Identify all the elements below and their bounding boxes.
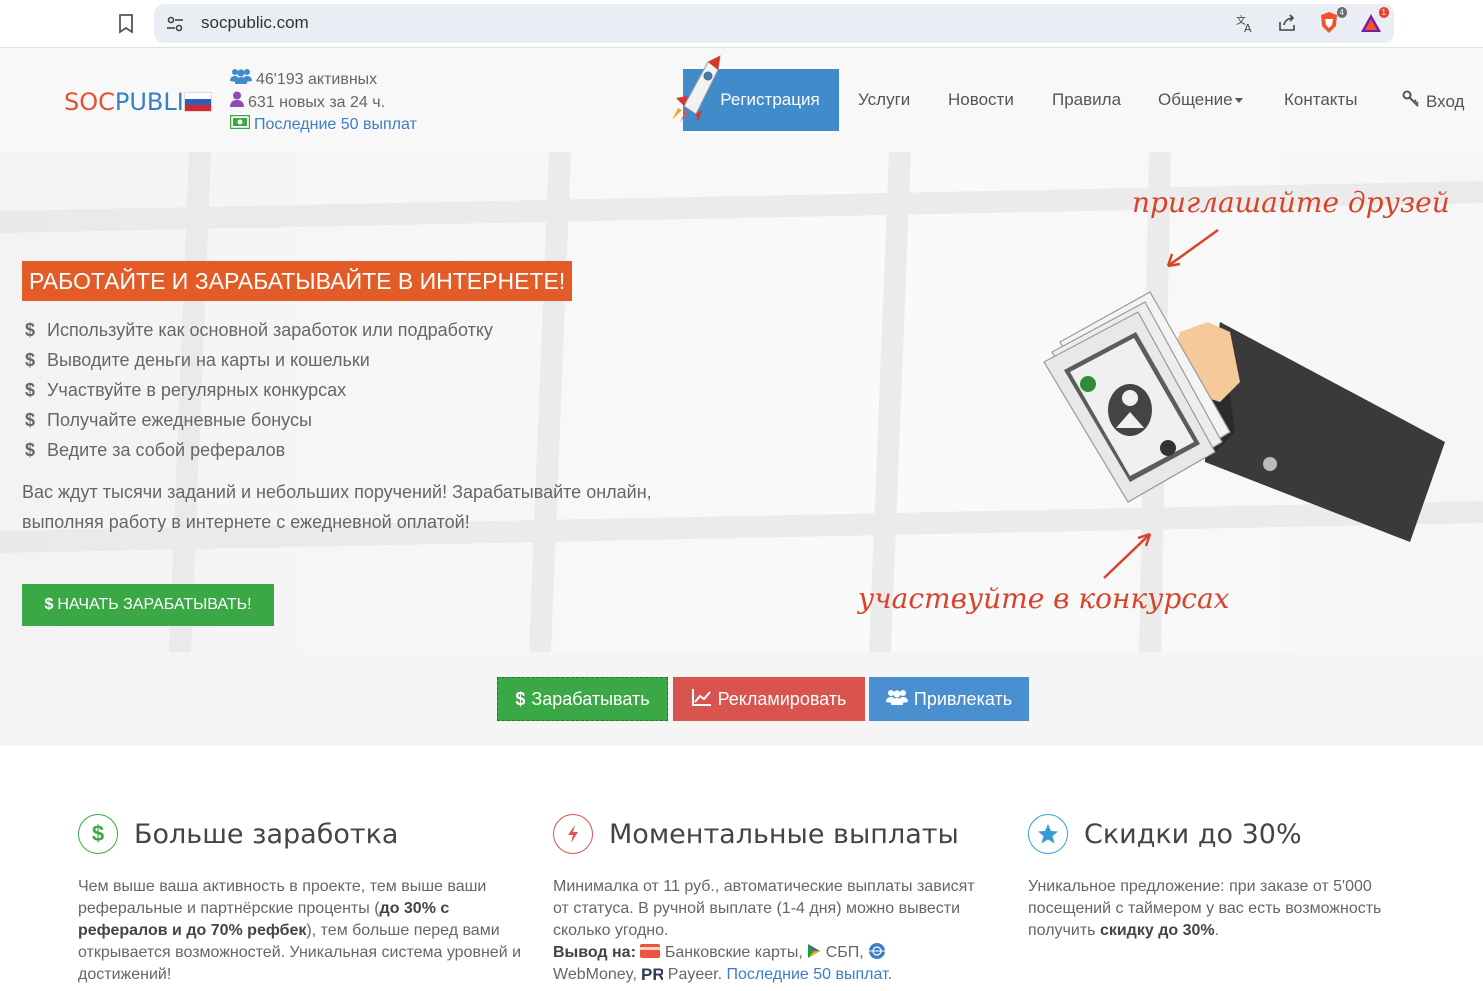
arrow-icon	[1166, 228, 1219, 268]
star-icon	[1028, 814, 1068, 854]
bank-card-icon	[640, 944, 661, 961]
nav-services[interactable]: Услуги	[858, 90, 910, 110]
benefit-text: Используйте как основной заработок или п…	[47, 320, 493, 340]
nav-rules[interactable]: Правила	[1052, 90, 1121, 110]
start-earning-button[interactable]: $ НАЧАТЬ ЗАРАБАТЫВАТЬ!	[22, 584, 274, 626]
dollar-icon: $	[25, 350, 36, 370]
users-icon	[885, 689, 908, 710]
svg-text:PR: PR	[641, 965, 663, 982]
rocket-icon	[672, 55, 721, 122]
svg-text:A: A	[1244, 22, 1252, 33]
arrow-icon	[1103, 532, 1152, 579]
benefit-text: Получайте ежедневные бонусы	[47, 410, 312, 430]
rewards-badge: 1	[1378, 7, 1389, 18]
webmoney-icon	[868, 943, 886, 961]
list-item: $ Используйте как основной заработок или …	[25, 315, 493, 345]
hero-benefits-list: $ Используйте как основной заработок или …	[25, 315, 493, 465]
brave-shields-icon[interactable]: 4	[1316, 7, 1347, 36]
site-settings-icon[interactable]	[166, 15, 184, 33]
nav-login[interactable]: Вход	[1402, 90, 1464, 113]
withdraw-label: Вывод на:	[553, 944, 636, 961]
dollar-icon: $	[25, 320, 36, 340]
feature-title: Моментальные выплаты	[609, 818, 959, 850]
dollar-icon: $	[44, 596, 54, 613]
brave-rewards-icon[interactable]: 1	[1358, 7, 1389, 36]
role-tabs: $ Зарабатывать Рекламировать Привлекать	[0, 652, 1483, 746]
caption-contests: участвуйте в конкурсах	[858, 582, 1230, 615]
url-text[interactable]: socpublic.com	[201, 13, 309, 33]
feature-more-earnings: $ Больше заработка Чем выше ваша активно…	[78, 814, 528, 986]
benefit-text: Выводите деньги на карты и кошельки	[47, 350, 370, 370]
browser-toolbar: socpublic.com 文A 4 1	[0, 0, 1483, 48]
benefit-text: Ведите за собой рефералов	[47, 440, 286, 460]
translate-icon[interactable]: 文A	[1232, 10, 1258, 36]
share-icon[interactable]	[1274, 10, 1300, 36]
list-item: $ Выводите деньги на карты и кошельки	[25, 345, 493, 375]
nav-news[interactable]: Новости	[948, 90, 1014, 110]
tab-advertise[interactable]: Рекламировать	[673, 677, 865, 721]
tab-advertise-label: Рекламировать	[717, 688, 847, 709]
feature-text: Уникальное предложение: при заказе от 5'…	[1028, 878, 1382, 939]
chart-line-icon	[691, 688, 712, 711]
chevron-down-icon	[1234, 98, 1243, 104]
sbp-icon	[807, 944, 821, 961]
bookmark-icon[interactable]	[112, 10, 140, 38]
feature-discounts: Скидки до 30% Уникальное предложение: пр…	[1028, 814, 1428, 942]
feature-text: Минималка от 11 руб., автоматические вып…	[553, 878, 975, 984]
benefit-text: Участвуйте в регулярных конкурсах	[47, 380, 347, 400]
hero-section: РАБОТАЙТЕ И ЗАРАБАТЫВАЙТЕ В ИНТЕРНЕТЕ! $…	[0, 152, 1483, 652]
hero-title: РАБОТАЙТЕ И ЗАРАБАТЫВАЙТЕ В ИНТЕРНЕТЕ!	[22, 261, 573, 301]
feature-text: Чем выше ваша активность в проекте, тем …	[78, 878, 522, 983]
feature-instant-payouts: Моментальные выплаты Минималка от 11 руб…	[553, 814, 993, 986]
register-label: Регистрация	[720, 90, 820, 109]
tab-attract[interactable]: Привлекать	[869, 677, 1029, 721]
dollar-icon: $	[25, 410, 36, 430]
list-item: $ Ведите за собой рефералов	[25, 435, 493, 465]
tab-earn[interactable]: $ Зарабатывать	[497, 677, 668, 721]
dollar-icon: $	[515, 688, 526, 709]
tab-attract-label: Привлекать	[913, 688, 1013, 709]
dollar-icon: $	[25, 440, 36, 460]
nav-chat-dropdown[interactable]: Общение	[1158, 90, 1243, 110]
key-icon	[1402, 90, 1420, 113]
hero-description: Вас ждут тысячи заданий и небольших пору…	[22, 482, 652, 532]
list-item: $ Получайте ежедневные бонусы	[25, 405, 493, 435]
dollar-icon: $	[25, 380, 36, 400]
site-header: SOCPUBLIC 46'193 активных 631 новых за 2…	[0, 48, 1483, 152]
main-nav: Регистрация Услуги Новости Правила Общен…	[0, 48, 1483, 152]
address-bar[interactable]: socpublic.com 文A 4 1	[154, 4, 1394, 43]
tab-earn-label: Зарабатывать	[531, 688, 650, 709]
start-earning-label: НАЧАТЬ ЗАРАБАТЫВАТЬ!	[57, 596, 252, 613]
nav-chat-label: Общение	[1158, 90, 1233, 109]
login-label: Вход	[1426, 91, 1465, 111]
payeer-icon: PR	[641, 965, 665, 984]
feature-title: Скидки до 30%	[1084, 818, 1302, 850]
list-item: $ Участвуйте в регулярных конкурсах	[25, 375, 493, 405]
last-payouts-link[interactable]: Последние 50 выплат	[727, 966, 888, 983]
dollar-circle-icon: $	[78, 814, 118, 854]
brave-badge: 4	[1336, 7, 1347, 18]
feature-title: Больше заработка	[134, 818, 399, 850]
caption-invite-friends: приглашайте друзей	[1132, 186, 1450, 219]
lightning-icon	[553, 814, 593, 854]
money-hand-illustration	[1043, 291, 1445, 542]
nav-contacts[interactable]: Контакты	[1284, 90, 1357, 110]
